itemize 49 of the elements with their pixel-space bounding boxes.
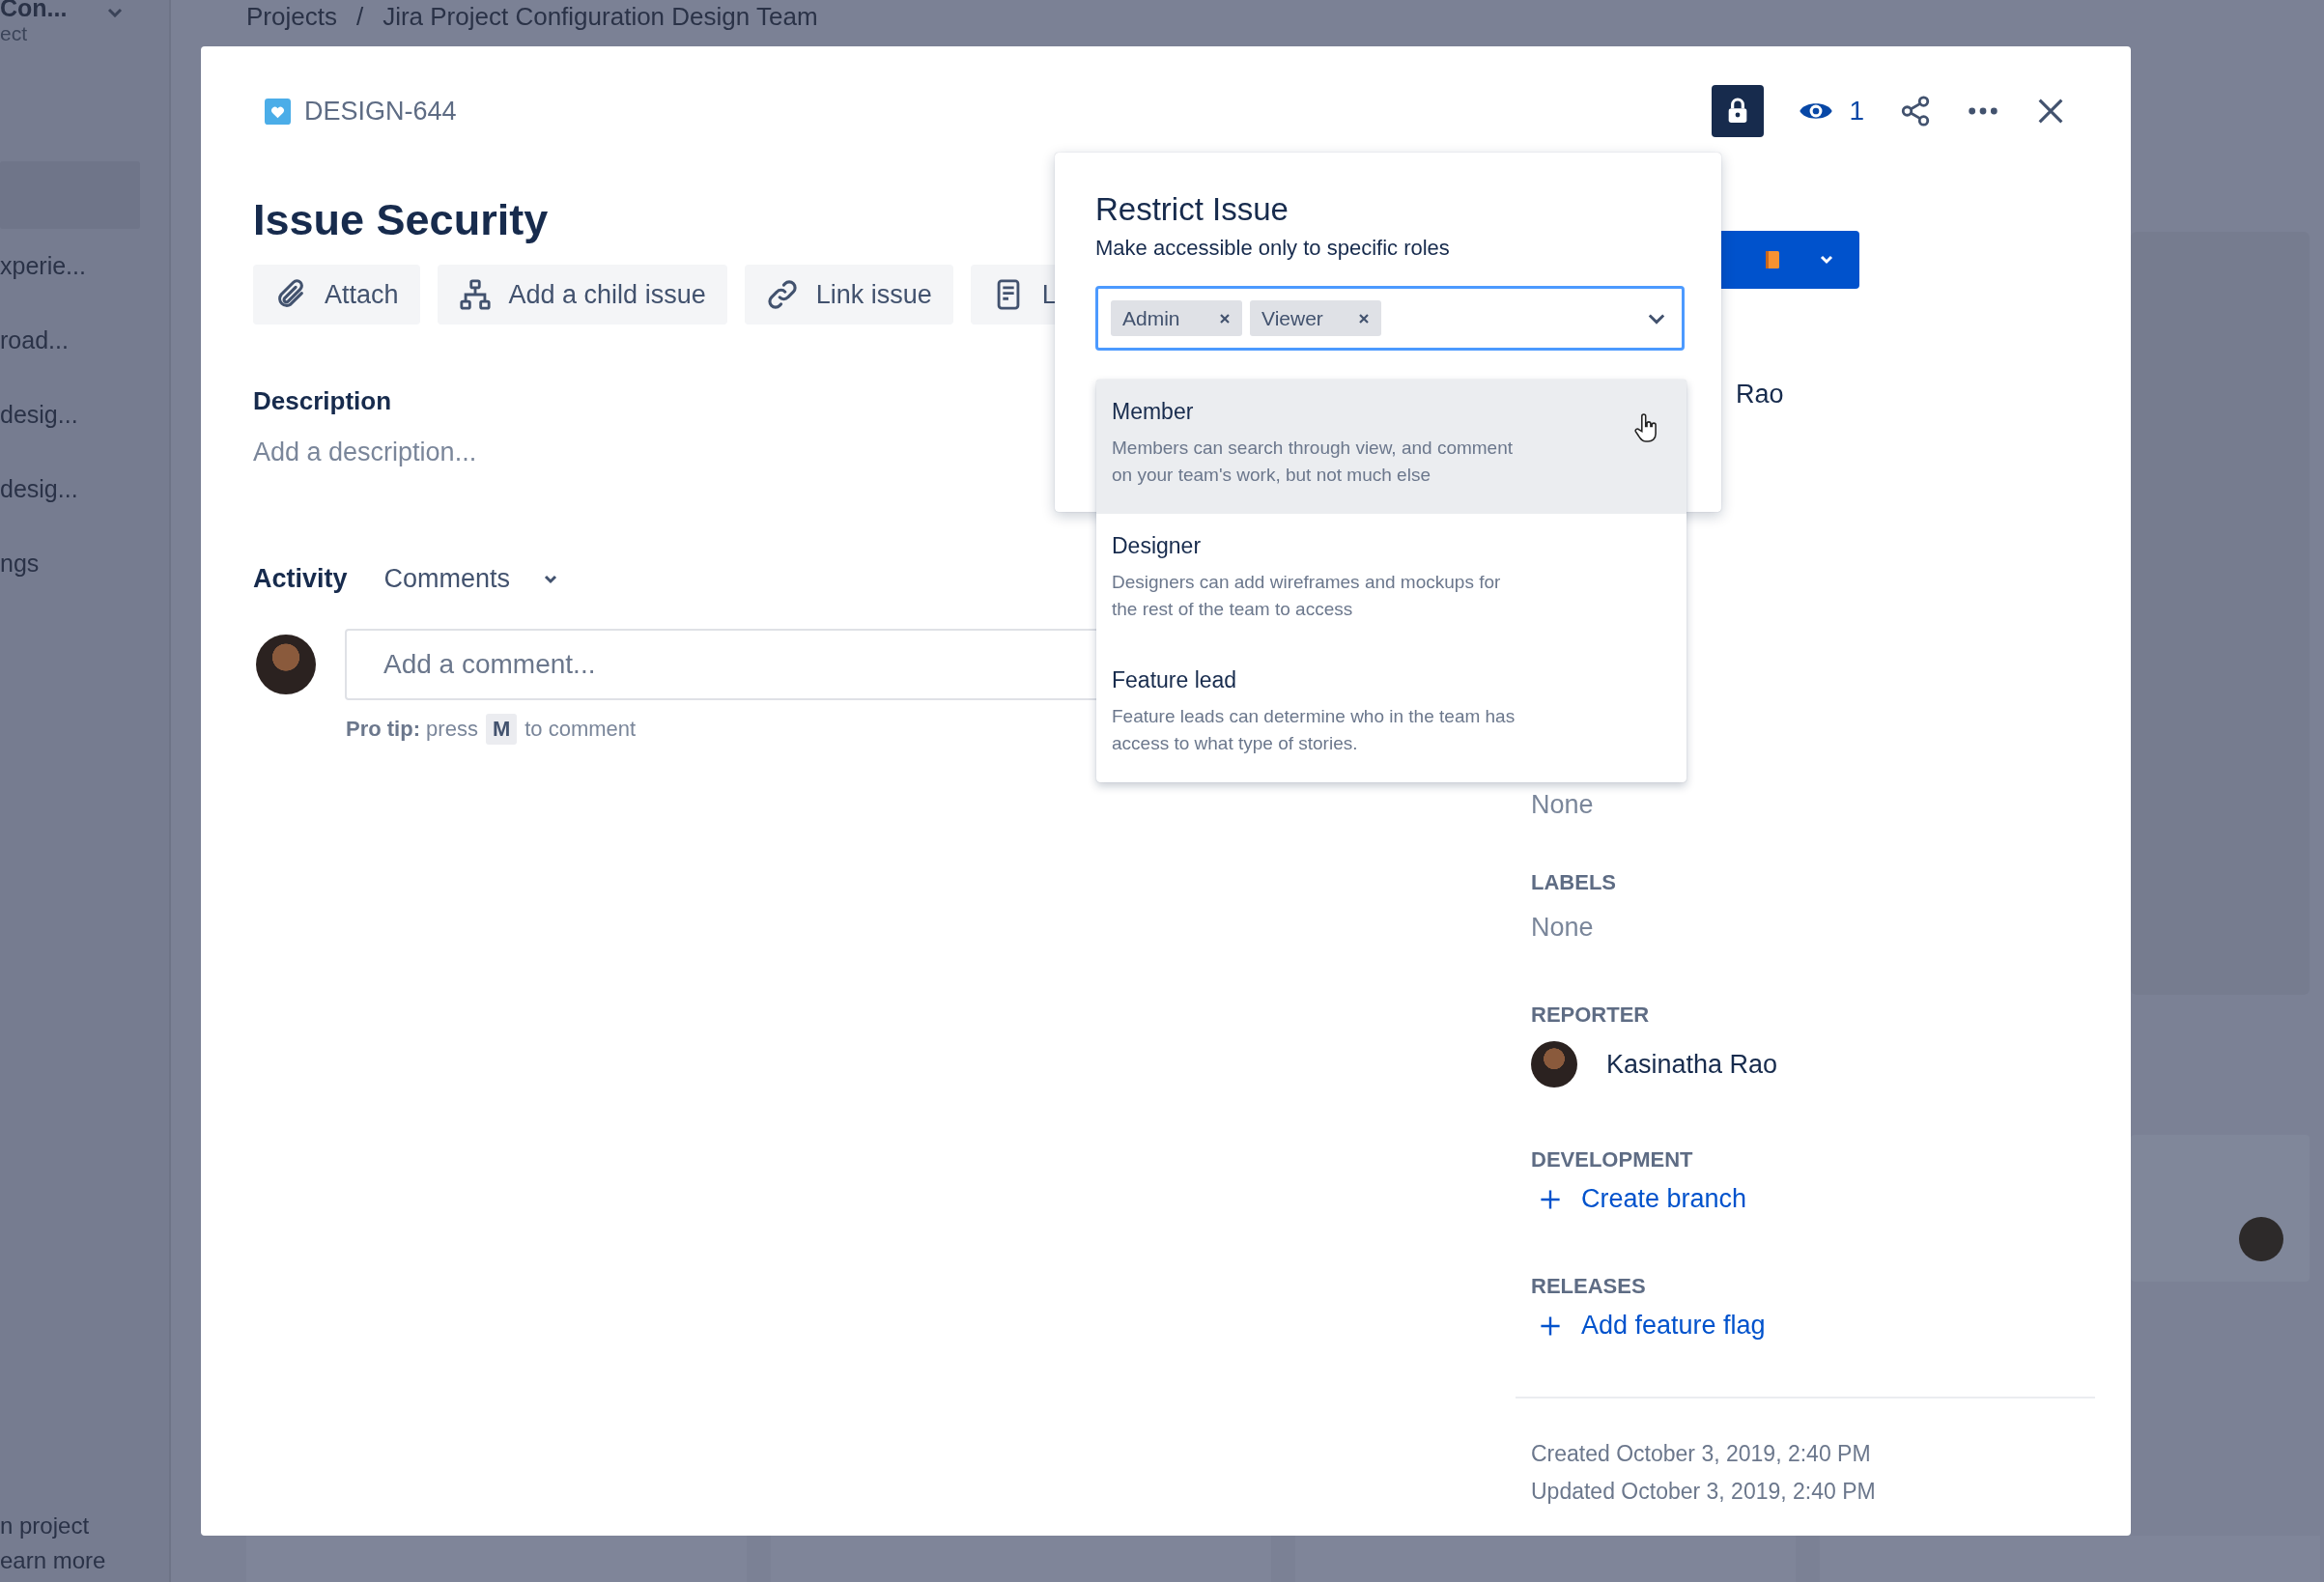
chevron-icon[interactable] xyxy=(1647,312,1666,325)
chevron-icon xyxy=(1819,255,1834,265)
watch-button[interactable]: 1 xyxy=(1799,96,1864,127)
plus-icon xyxy=(1539,1314,1562,1338)
action-button[interactable]: Attach xyxy=(253,265,420,325)
shortcut-key: M xyxy=(485,714,518,745)
roles-select-field[interactable]: Admin Viewer xyxy=(1095,286,1685,351)
action-link[interactable]: Add feature flag xyxy=(1531,1311,1766,1341)
story-icon xyxy=(265,98,291,125)
book-icon xyxy=(1765,250,1780,269)
comments-filter-dropdown[interactable]: Comments xyxy=(383,564,559,594)
description-field[interactable]: Add a description... xyxy=(253,438,477,467)
avatar xyxy=(1531,1041,1577,1088)
popover-title: Restrict Issue xyxy=(1095,191,1290,228)
popover-subtitle: Make accessible only to specific roles xyxy=(1095,236,1451,261)
field-label: REPORTER xyxy=(1531,1003,1651,1028)
role-option[interactable]: Member Members can search through view, and comment on your team's work, but not much else xyxy=(1096,380,1686,514)
pro-tip-text: Pro tip: press xyxy=(346,717,478,742)
breadcrumb-separator: / xyxy=(355,2,364,32)
section-heading: Description xyxy=(253,386,392,416)
share-icon[interactable] xyxy=(1899,95,1932,127)
link-icon xyxy=(765,278,799,311)
action-link[interactable]: Create branch xyxy=(1531,1184,1747,1214)
remove-icon[interactable] xyxy=(1358,312,1370,325)
updated-date: Updated October 3, 2019, 2:40 PM xyxy=(1531,1479,1877,1505)
role-tag: Viewer xyxy=(1250,300,1381,336)
created-date: Created October 3, 2019, 2:40 PM xyxy=(1531,1441,1872,1467)
action-button[interactable]: Add a child issue xyxy=(437,265,727,325)
field-label: RELEASES xyxy=(1531,1274,1647,1299)
project-type: ect xyxy=(0,22,28,45)
action-button[interactable]: Link issue xyxy=(744,265,953,325)
lock-button[interactable] xyxy=(1712,85,1765,137)
chevron-icon xyxy=(543,574,559,584)
field-value: None xyxy=(1531,790,1595,820)
avatar xyxy=(2239,1217,2283,1261)
field-label: LABELS xyxy=(1531,870,1617,895)
role-tag: Admin xyxy=(1111,300,1242,336)
field-label: DEVELOPMENT xyxy=(1531,1147,1694,1172)
assignee-name[interactable]: Rao xyxy=(1736,380,2067,410)
remove-icon[interactable] xyxy=(1219,312,1231,325)
status-button[interactable] xyxy=(1721,231,1859,289)
field-value[interactable]: None xyxy=(1531,913,2067,943)
pro-tip-text: to comment xyxy=(524,717,637,742)
issue-key[interactable]: DESIGN-644 xyxy=(304,96,457,127)
hierarchy-icon xyxy=(458,278,492,311)
plus-icon xyxy=(1539,1187,1562,1211)
pointer-cursor-icon xyxy=(1634,413,1659,444)
person-name[interactable]: Kasinatha Rao xyxy=(1606,1049,1778,1080)
section-heading: Activity xyxy=(253,564,348,594)
